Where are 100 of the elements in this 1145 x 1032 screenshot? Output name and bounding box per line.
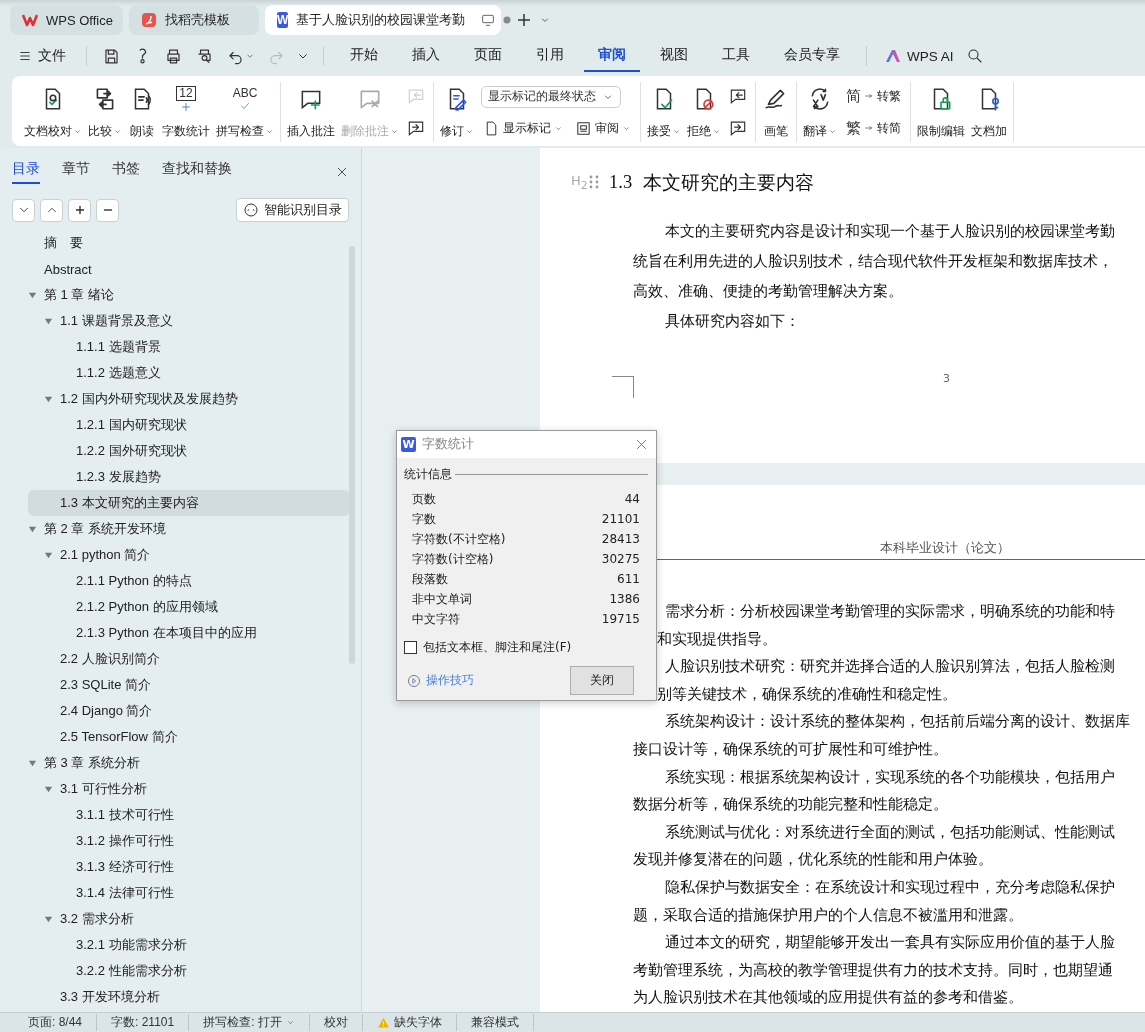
outline-item[interactable]: 3.1.3 经济可行性 <box>28 854 350 880</box>
ribbon-button[interactable]: 插入批注 <box>284 82 338 142</box>
heading: 本文研究的主要内容 <box>643 170 814 195</box>
outline-item[interactable]: 3.2 需求分析 <box>28 906 350 932</box>
outline-item[interactable]: 第 1 章 绪论 <box>28 282 350 308</box>
outline-item[interactable]: 2.1.2 Python 的应用领域 <box>28 594 350 620</box>
panel-tab[interactable]: 书签 <box>112 160 140 184</box>
status-text: 页面: 8/44 <box>14 1014 98 1031</box>
outline-item[interactable]: 2.3 SQLite 简介 <box>28 672 350 698</box>
tips-link[interactable]: 操作技巧 <box>404 672 474 689</box>
outline-item[interactable]: 1.1 课题背景及意义 <box>28 308 350 334</box>
outline-item[interactable]: 第 3 章 系统分析 <box>28 750 350 776</box>
ribbon-button[interactable]: 画笔 <box>759 82 793 142</box>
outline-item[interactable]: 1.1.2 选题意义 <box>28 360 350 386</box>
spell-check-toggle[interactable]: 拼写检查: 打开 <box>189 1014 310 1031</box>
outline-item[interactable]: 1.3 本文研究的主要内容 <box>28 490 350 516</box>
stat-value: 44 <box>624 492 640 506</box>
ribbon-tab[interactable]: 会员专享 <box>770 40 854 72</box>
ribbon-tab[interactable]: 审阅 <box>584 40 640 72</box>
ribbon-button[interactable]: 接受 <box>644 82 684 142</box>
new-tab-icon[interactable] <box>515 11 533 29</box>
close-icon <box>635 438 648 451</box>
ribbon-button[interactable]: 显示标记 <box>481 119 565 139</box>
outline-item[interactable]: 1.2.2 国外研究现状 <box>28 438 350 464</box>
ribbon-button[interactable]: 朗读 <box>125 82 159 142</box>
outline-item[interactable]: 1.2.3 发展趋势 <box>28 464 350 490</box>
ribbon-tab[interactable]: 视图 <box>646 40 702 72</box>
search-icon[interactable] <box>965 47 984 65</box>
ribbon-button[interactable]: 文档加 <box>968 82 1010 142</box>
markup-select[interactable]: 显示标记的最终状态 <box>481 85 621 108</box>
ribbon-button[interactable]: 比较 <box>85 82 125 142</box>
remove-button[interactable] <box>96 198 119 222</box>
outline-item[interactable]: 3.2.1 功能需求分析 <box>28 932 350 958</box>
outline-item[interactable]: 2.1.1 Python 的特点 <box>28 568 350 594</box>
ribbon-button[interactable]: 简 转繁 <box>844 85 903 107</box>
ribbon-tab[interactable]: 引用 <box>522 40 578 72</box>
close-button[interactable]: 关闭 <box>570 666 634 695</box>
play-icon <box>407 673 421 688</box>
outline-item[interactable]: 2.5 TensorFlow 简介 <box>28 724 350 750</box>
ribbon-button[interactable]: ABC 拼写检查 <box>213 82 277 142</box>
outline-item[interactable]: 摘 要 <box>28 230 350 256</box>
outline-item[interactable]: 2.1 python 简介 <box>28 542 350 568</box>
panel-tab[interactable]: 章节 <box>62 160 90 184</box>
crop-mark <box>612 376 634 398</box>
ribbon-button[interactable]: 12 字数统计 <box>159 82 213 142</box>
detect-toc-button[interactable]: 智能识别目录 <box>236 198 349 222</box>
status-text: 字数: 21101 <box>97 1014 190 1031</box>
outline-item[interactable]: 1.1.1 选题背景 <box>28 334 350 360</box>
document-tab[interactable]: 找稻壳模板 <box>129 5 259 35</box>
menu-icon <box>18 49 32 63</box>
outline-item[interactable]: 1.2.1 国内研究现状 <box>28 412 350 438</box>
outline-item[interactable]: 3.1.2 操作可行性 <box>28 828 350 854</box>
stat-value: 28413 <box>601 532 640 546</box>
ribbon-tab[interactable]: 工具 <box>708 40 764 72</box>
icon-label: 简 <box>846 86 861 106</box>
ribbon-button[interactable]: 繁 转简 <box>844 117 903 139</box>
status-text: 校对 <box>309 1014 363 1031</box>
checkbox[interactable]: 包括文本框、脚注和尾注(F) <box>404 639 648 656</box>
file-menu[interactable]: 文件 <box>14 47 74 65</box>
paragraph-line: 发现并修复潜在的问题，优化系统的性能和用户体验。 <box>633 849 994 871</box>
outline-item[interactable]: 2.4 Django 简介 <box>28 698 350 724</box>
add-button[interactable] <box>68 198 91 222</box>
outline-item[interactable]: 3.1.4 法律可行性 <box>28 880 350 906</box>
ribbon-tab[interactable]: 开始 <box>336 40 392 72</box>
ribbon-button[interactable]: 翻译 <box>800 82 840 142</box>
panel-tab[interactable]: 目录 <box>12 160 40 184</box>
ai-logo-icon <box>885 49 901 63</box>
paragraph-line: 高效、准确、便捷的考勤管理解决方案。 <box>633 281 904 302</box>
outline-item[interactable]: 2.1.3 Python 在本项目中的应用 <box>28 620 350 646</box>
ribbon-tab[interactable]: 插入 <box>398 40 454 72</box>
ai-button[interactable]: WPS AI <box>879 48 960 64</box>
stat-label: 字符数(不计空格) <box>412 530 506 548</box>
outline-item[interactable]: 3.1.1 技术可行性 <box>28 802 350 828</box>
outline-item[interactable]: 1.2 国内外研究现状及发展趋势 <box>28 386 350 412</box>
outline-item[interactable]: Abstract <box>28 256 350 282</box>
stat-value: 21101 <box>601 512 640 526</box>
caret-icon <box>73 127 82 136</box>
outline-item[interactable]: 3.1 可行性分析 <box>28 776 350 802</box>
checkbox-box[interactable] <box>404 641 417 654</box>
ribbon-button[interactable]: 文档校对 <box>21 82 85 142</box>
document-tab[interactable]: WPS Office <box>10 5 123 35</box>
panel-tab[interactable]: 查找和替换 <box>162 160 232 184</box>
ribbon-button[interactable]: 审阅 <box>573 119 633 139</box>
outline-item[interactable]: 2.2 人脸识别简介 <box>28 646 350 672</box>
status-text: 兼容模式 <box>456 1014 534 1031</box>
paragraph-line: 系统架构设计：设计系统的整体架构，包括前后端分离的设计、数据库 <box>664 711 1131 733</box>
plus-icon <box>180 100 192 113</box>
caret-icon <box>390 127 399 136</box>
ribbon-button[interactable]: 修订 <box>437 82 477 142</box>
outline-item[interactable]: 3.2.2 性能需求分析 <box>28 958 350 984</box>
stat-value: 30275 <box>601 552 640 566</box>
outline-item[interactable]: 第 2 章 系统开发环境 <box>28 516 350 542</box>
outline-item[interactable]: 3.3 开发环境分析 <box>28 984 350 1010</box>
close-icon[interactable] <box>335 165 349 179</box>
ribbon-tab[interactable]: 页面 <box>460 40 516 72</box>
close-button[interactable] <box>635 438 648 451</box>
ribbon-button[interactable]: 限制编辑 <box>914 82 968 142</box>
page-number: 3 <box>943 372 950 385</box>
ribbon-button[interactable]: 拒绝 <box>684 82 724 142</box>
expanded-triangle-icon <box>44 394 53 404</box>
